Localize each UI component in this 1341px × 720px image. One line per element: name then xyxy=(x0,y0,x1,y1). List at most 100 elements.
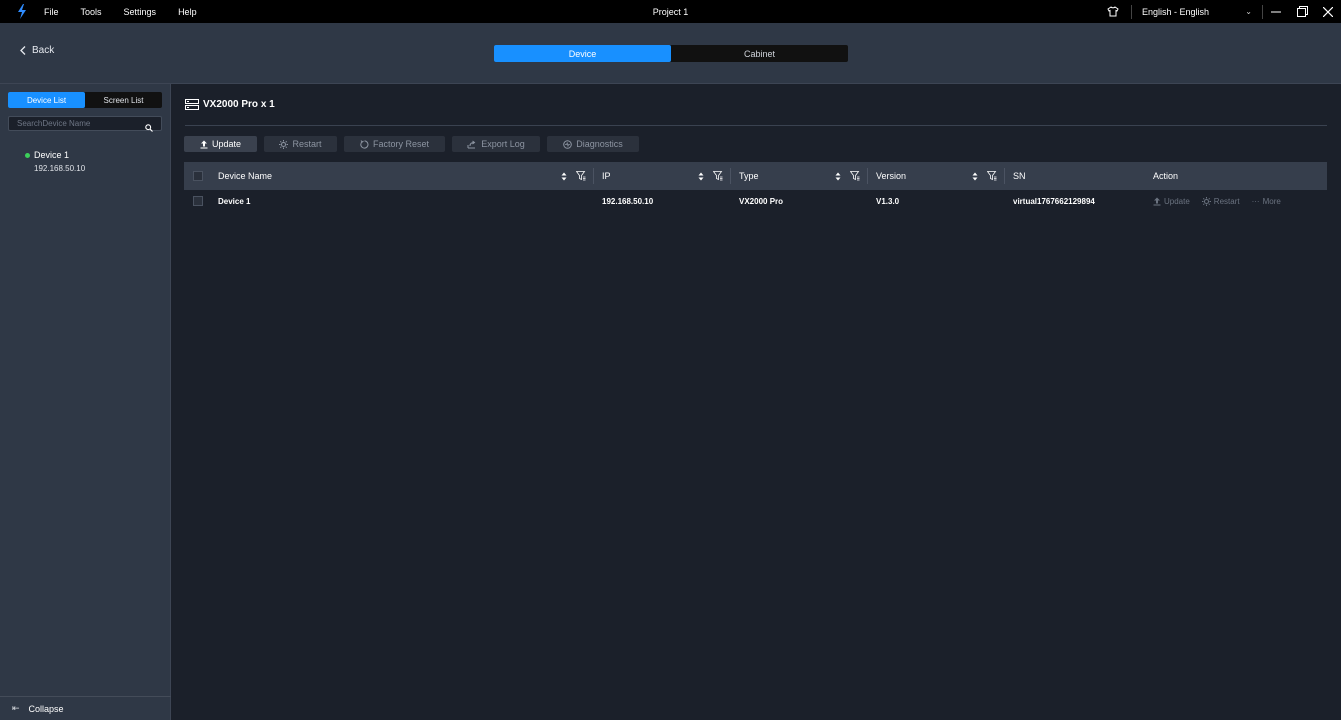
column-label: SN xyxy=(1013,171,1026,181)
row-more-label: More xyxy=(1262,196,1281,206)
collapse-label: Collapse xyxy=(28,703,64,714)
column-divider[interactable] xyxy=(730,168,731,184)
cell-ip: 192.168.50.10 xyxy=(602,196,654,206)
cell-device-name: Device 1 xyxy=(218,196,251,206)
column-type: Type xyxy=(739,162,868,190)
filter-icon[interactable] xyxy=(987,171,997,181)
row-checkbox[interactable] xyxy=(193,196,203,206)
language-select[interactable]: English - English ⌄ xyxy=(1132,7,1262,17)
filter-icon[interactable] xyxy=(850,171,860,181)
device-ip: 192.168.50.10 xyxy=(34,164,86,173)
column-device-name: Device Name xyxy=(218,162,594,190)
upload-icon xyxy=(200,140,208,148)
back-label: Back xyxy=(32,45,55,56)
column-divider[interactable] xyxy=(867,168,868,184)
restart-label: Restart xyxy=(292,139,322,149)
model-title: VX2000 Pro x 1 xyxy=(203,99,275,110)
column-divider[interactable] xyxy=(1004,168,1005,184)
filter-icon[interactable] xyxy=(576,171,586,181)
device-server-icon xyxy=(185,99,199,110)
factory-reset-label: Factory Reset xyxy=(372,139,430,149)
tab-cabinet[interactable]: Cabinet xyxy=(671,45,848,62)
menu-file[interactable]: File xyxy=(44,7,59,17)
sort-icon[interactable] xyxy=(835,172,841,181)
export-log-label: Export Log xyxy=(481,139,525,149)
cell-type: VX2000 Pro xyxy=(739,196,784,206)
column-label: Type xyxy=(739,171,759,181)
export-log-button[interactable]: Export Log xyxy=(452,136,540,152)
theme-skin-icon[interactable] xyxy=(1095,6,1131,17)
menu-help[interactable]: Help xyxy=(178,7,197,17)
column-divider[interactable] xyxy=(593,168,594,184)
cell-version: V1.3.0 xyxy=(876,196,900,206)
table-row[interactable]: Device 1 192.168.50.10 VX2000 Pro V1.3.0… xyxy=(184,190,1327,212)
chevron-down-icon: ⌄ xyxy=(1245,7,1252,16)
sort-icon[interactable] xyxy=(972,172,978,181)
online-status-dot xyxy=(25,152,30,158)
update-label: Update xyxy=(211,139,242,149)
language-value: English - English xyxy=(1142,6,1210,17)
export-icon xyxy=(467,140,476,148)
diagnostics-icon xyxy=(563,139,573,149)
tab-device[interactable]: Device xyxy=(494,45,671,62)
title-bar: File Tools Settings Help Project 1 Engli… xyxy=(0,0,1341,23)
sidebar: Device List Screen List Device 1 192.168… xyxy=(0,84,171,720)
menu-settings[interactable]: Settings xyxy=(124,7,157,17)
device-name: Device 1 xyxy=(34,150,70,160)
row-more-button[interactable]: ··· More xyxy=(1252,197,1281,206)
collapse-arrow-icon: ⇤ xyxy=(12,703,20,713)
cell-actions: Update Restart ··· More xyxy=(1153,190,1293,212)
row-restart-button[interactable]: Restart xyxy=(1201,196,1240,206)
column-sn: SN xyxy=(1013,162,1153,190)
column-label: Device Name xyxy=(218,171,273,181)
app-logo-icon xyxy=(0,4,44,19)
main-content: VX2000 Pro x 1 Update Restart Factory Re… xyxy=(171,84,1341,720)
diagnostics-button[interactable]: Diagnostics xyxy=(547,136,639,152)
upload-icon xyxy=(1153,197,1161,205)
row-update-button[interactable]: Update xyxy=(1153,197,1190,206)
table-header: Device Name IP Type Version SN Action xyxy=(184,162,1327,190)
chevron-left-icon xyxy=(20,46,26,55)
model-header: VX2000 Pro x 1 xyxy=(185,99,275,110)
reset-icon xyxy=(360,139,369,149)
view-switch: Device Cabinet xyxy=(494,45,848,62)
close-button[interactable] xyxy=(1315,0,1341,23)
cell-sn: virtual1767662129894 xyxy=(1013,196,1095,206)
tab-device-list[interactable]: Device List xyxy=(8,92,85,108)
factory-reset-button[interactable]: Factory Reset xyxy=(344,136,445,152)
row-restart-label: Restart xyxy=(1213,196,1240,206)
column-label: Version xyxy=(876,171,907,181)
toolbar: Update Restart Factory Reset Export Log … xyxy=(184,136,646,152)
restart-icon xyxy=(1201,196,1211,206)
sort-icon[interactable] xyxy=(698,172,704,181)
menu-bar: File Tools Settings Help xyxy=(44,7,219,17)
restart-button[interactable]: Restart xyxy=(264,136,337,152)
divider xyxy=(185,125,1327,126)
row-update-label: Update xyxy=(1164,196,1190,206)
back-button[interactable]: Back xyxy=(20,45,54,56)
column-label: IP xyxy=(602,171,611,181)
page-header: Back Device Cabinet xyxy=(0,23,1341,84)
sort-icon[interactable] xyxy=(561,172,567,181)
sidebar-tabs: Device List Screen List xyxy=(8,92,162,108)
column-version: Version xyxy=(876,162,1005,190)
sidebar-device-item[interactable]: Device 1 192.168.50.10 xyxy=(25,150,85,173)
select-all-checkbox[interactable] xyxy=(193,171,203,181)
restore-button[interactable] xyxy=(1289,0,1315,23)
menu-tools[interactable]: Tools xyxy=(81,7,102,17)
search-box xyxy=(8,116,162,132)
search-input[interactable] xyxy=(17,119,137,128)
update-button[interactable]: Update xyxy=(184,136,257,152)
column-label: Action xyxy=(1153,171,1179,181)
minimize-button[interactable] xyxy=(1263,0,1289,23)
column-ip: IP xyxy=(602,162,731,190)
restart-icon xyxy=(279,139,289,149)
column-action: Action xyxy=(1153,162,1323,190)
search-icon[interactable] xyxy=(145,119,153,137)
collapse-button[interactable]: ⇤ Collapse xyxy=(0,696,171,720)
filter-icon[interactable] xyxy=(713,171,723,181)
tab-screen-list[interactable]: Screen List xyxy=(85,92,162,108)
more-dots-icon: ··· xyxy=(1251,196,1260,206)
diagnostics-label: Diagnostics xyxy=(576,139,623,149)
device-table: Device Name IP Type Version SN Action De… xyxy=(184,162,1327,212)
